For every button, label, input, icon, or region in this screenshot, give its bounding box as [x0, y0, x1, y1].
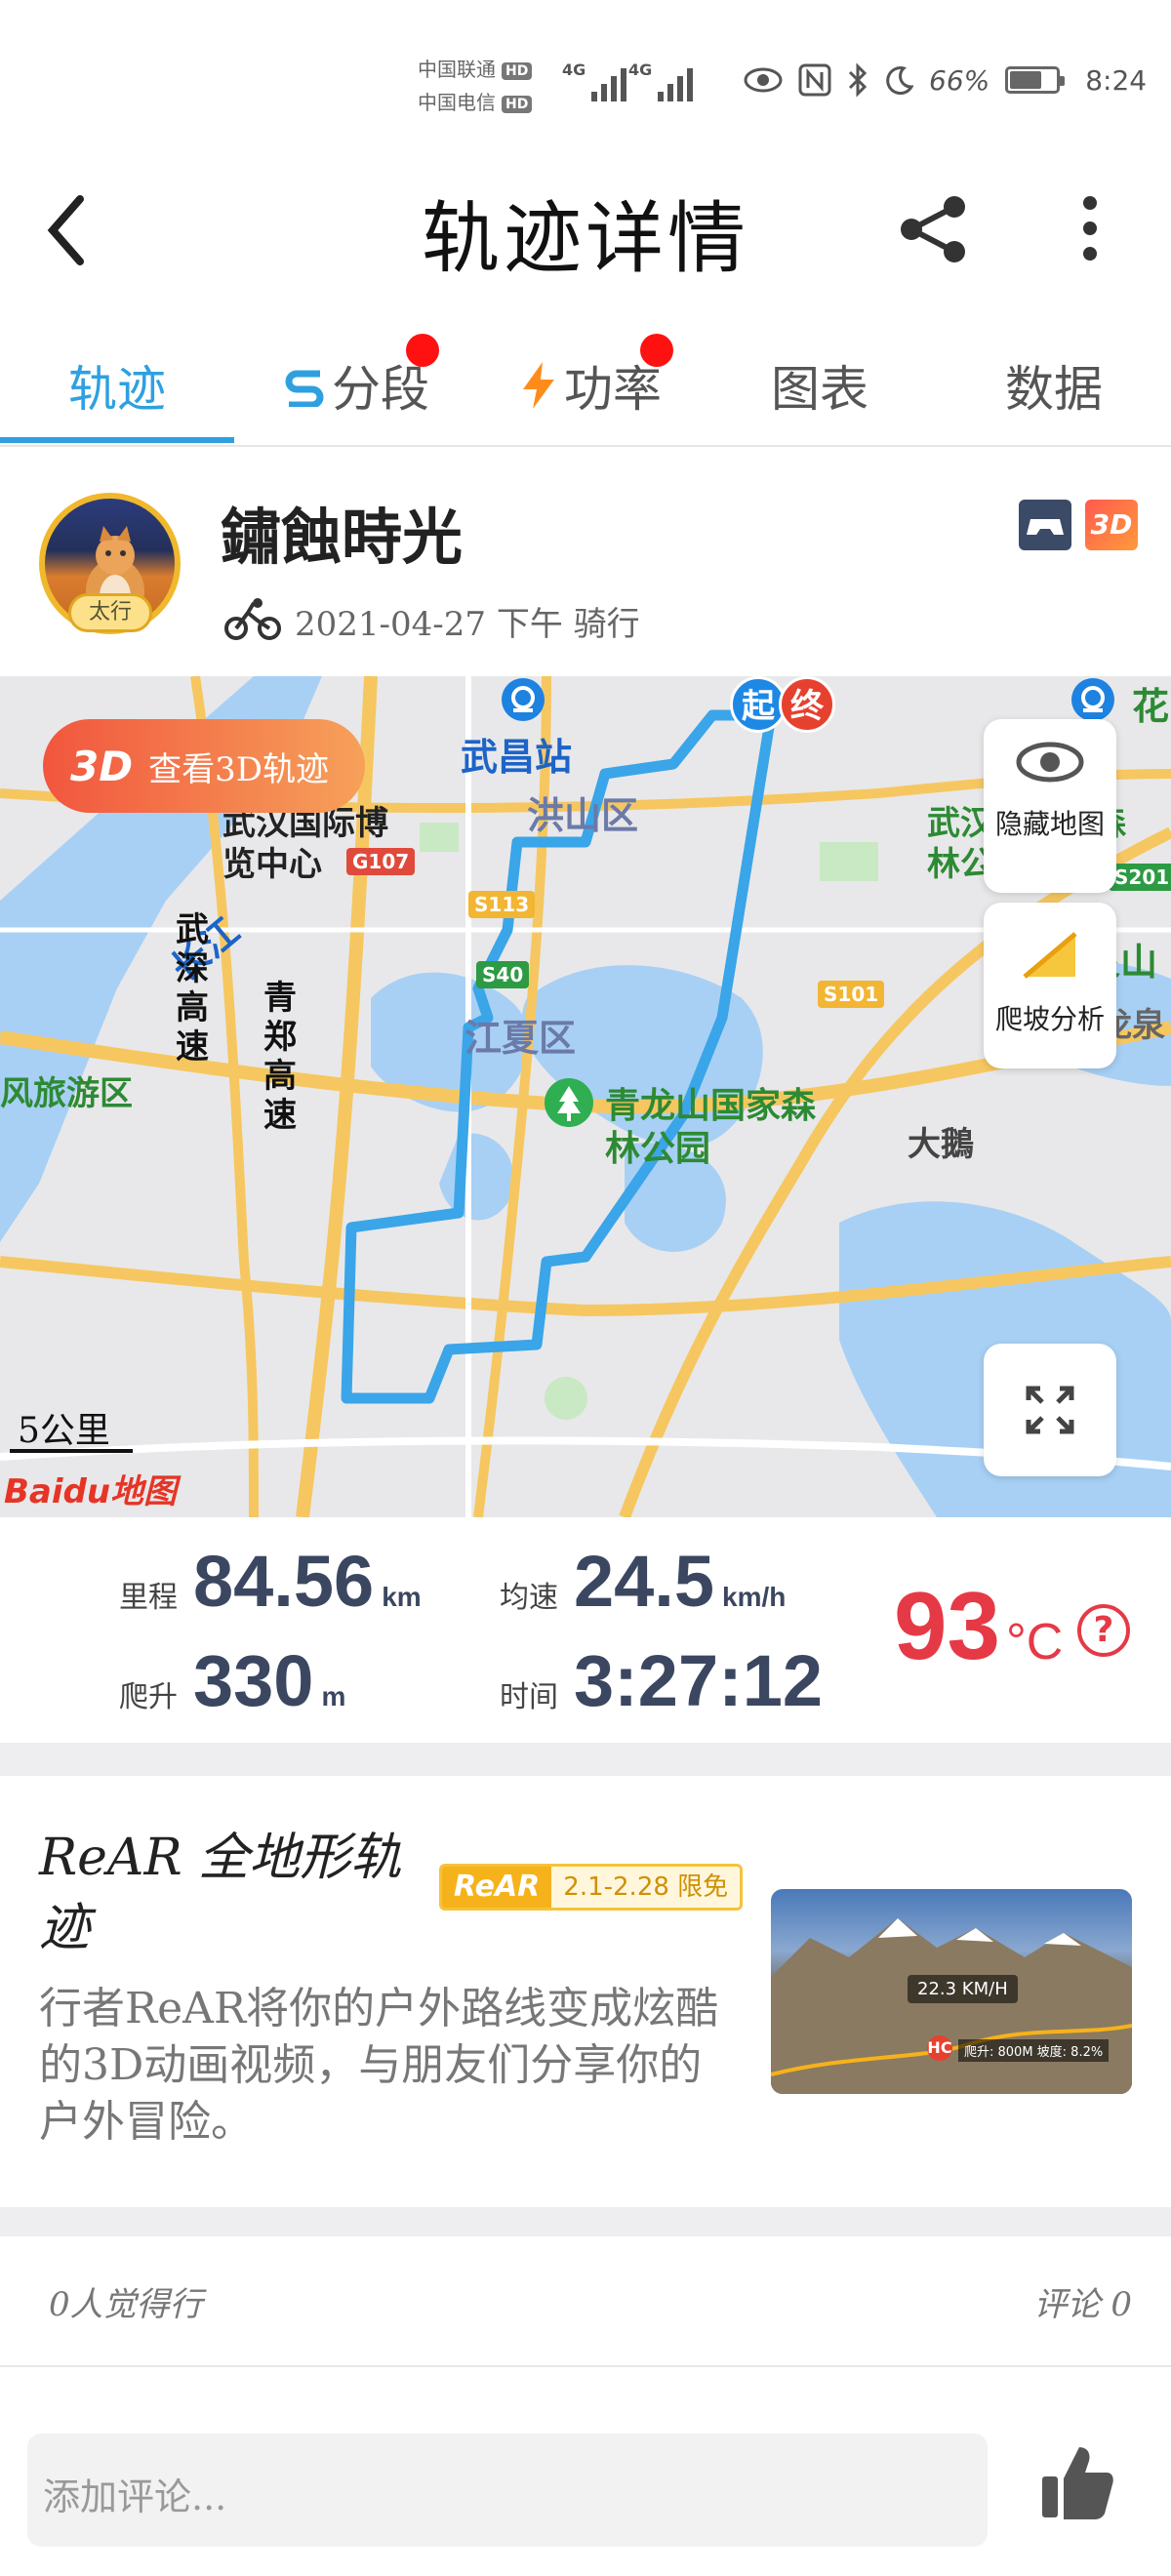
- tab-indicator: [0, 437, 234, 443]
- section-separator: [0, 2207, 1171, 2236]
- climb-value: 330 m: [193, 1640, 346, 1721]
- avatar-tag: 太行: [68, 593, 152, 632]
- avg-speed-value: 24.5 km/h: [574, 1541, 787, 1622]
- segment-icon: [285, 370, 324, 407]
- promo-title: ReAR 全地形轨迹: [39, 1829, 402, 1957]
- tab-charts[interactable]: 图表: [703, 351, 937, 420]
- lightning-icon: [523, 362, 554, 409]
- thumbs-up-icon[interactable]: [1040, 2443, 1114, 2521]
- divider: [0, 2365, 1171, 2367]
- map-scale-label: 5公里: [18, 1411, 110, 1451]
- activity-meta: 2021-04-27 下午 骑行: [295, 605, 640, 644]
- cycling-icon: [224, 598, 281, 640]
- battery-percent: 66%: [929, 63, 990, 97]
- tab-data[interactable]: 数据: [937, 351, 1171, 420]
- map-place-label: 大鵝: [908, 1125, 974, 1164]
- share-icon[interactable]: [898, 195, 972, 263]
- metro-pin-icon: [1071, 678, 1114, 721]
- map-brand-logo: Baidu地图: [4, 1472, 178, 1511]
- expand-icon: [1026, 1386, 1074, 1434]
- tab-badge: [640, 334, 673, 367]
- park-pin-icon: [545, 1078, 593, 1127]
- user-name[interactable]: 鏽蝕時光: [221, 488, 463, 576]
- clock: 8:24: [1085, 63, 1148, 97]
- status-bar: 中国联通 HD 中国电信 HD 4G 4G 66% 8:24: [0, 0, 1171, 156]
- eye-icon: [1016, 742, 1084, 783]
- carrier-1: 中国联通 HD: [418, 57, 533, 82]
- map-place-label: 江夏区: [464, 1016, 577, 1060]
- metro-pin-icon: [502, 678, 545, 721]
- time-value: 3:27:12: [574, 1640, 824, 1721]
- comment-input[interactable]: 添加评论...: [27, 2434, 988, 2547]
- map-road-label: 武深高速: [176, 910, 209, 1067]
- carrier-2: 中国电信 HD: [418, 90, 533, 115]
- thumb-stats: 爬升: 800M 坡度: 8.2%: [958, 2039, 1110, 2062]
- map-place-label: 风旅游区: [0, 1074, 133, 1113]
- time-label: 时间: [500, 1680, 558, 1714]
- moon-icon: [886, 66, 913, 95]
- section-separator: [0, 1743, 1171, 1776]
- thumb-hc: HC: [927, 2035, 952, 2061]
- climb-icon: [1023, 932, 1077, 979]
- route-map[interactable]: 武昌站 洪山区 武汉国际博览中心 长江 武汉动物园森林公园 龙泉山 龙泉 江夏区…: [0, 676, 1171, 1517]
- map-road-label: 青郑高速: [263, 979, 297, 1135]
- badge-3d[interactable]: 3D: [1085, 500, 1138, 550]
- more-icon[interactable]: [1075, 195, 1105, 263]
- distance-label: 里程: [119, 1581, 178, 1615]
- promo-thumbnail[interactable]: 22.3 KM/H HC 爬升: 800M 坡度: 8.2%: [771, 1889, 1132, 2094]
- promo-badge: ReAR 2.1-2.28 限免: [439, 1864, 744, 1911]
- road-shield: G107: [346, 848, 416, 875]
- road-shield: S101: [818, 981, 885, 1008]
- divider: [0, 445, 1171, 447]
- map-place-label: 武昌站: [461, 735, 573, 779]
- road-shield: S40: [476, 961, 530, 988]
- promo-description: 行者ReAR将你的户外路线变成炫酷的3D动画视频，与朋友们分享你的户外冒险。: [39, 1984, 719, 2147]
- climb-label: 爬升: [119, 1680, 178, 1714]
- road-shield: S201: [1109, 864, 1171, 891]
- gamepad-icon[interactable]: [1019, 500, 1071, 550]
- avg-speed-label: 均速: [500, 1581, 558, 1615]
- view-3d-label: 查看3D轨迹: [148, 749, 329, 789]
- thumb-speed: 22.3 KM/H: [908, 1975, 1018, 2003]
- comments-count[interactable]: 评论 0: [1034, 2277, 1132, 2325]
- view-3d-button[interactable]: 3D 查看3D轨迹: [43, 719, 365, 813]
- nfc-icon: [798, 63, 831, 97]
- map-scale-bar: [10, 1449, 133, 1453]
- distance-value: 84.56 km: [193, 1541, 422, 1622]
- page-title: 轨迹详情: [422, 193, 749, 284]
- hide-map-button[interactable]: 隐藏地图: [984, 719, 1116, 893]
- end-marker: 终: [779, 676, 835, 733]
- status-icons: 66% 8:24: [744, 62, 1147, 98]
- map-place-label: 青龙山国家森林公园: [605, 1085, 817, 1169]
- tab-badge: [406, 334, 439, 367]
- map-place-label: 花: [1132, 684, 1170, 728]
- likes-count[interactable]: 0人觉得行: [49, 2277, 203, 2325]
- climb-analysis-button[interactable]: 爬坡分析: [984, 903, 1116, 1068]
- fullscreen-button[interactable]: [984, 1344, 1116, 1476]
- signal-icon: 4G: [628, 60, 694, 101]
- view-3d-badge: 3D: [70, 742, 134, 790]
- tab-track[interactable]: 轨迹: [0, 351, 234, 420]
- road-shield: S113: [468, 891, 536, 918]
- signal-icon: 4G: [562, 60, 627, 101]
- map-place-label: 洪山区: [527, 793, 639, 837]
- battery-icon: [1005, 66, 1066, 94]
- bluetooth-icon: [848, 62, 868, 98]
- temperature-value: 93 °C: [894, 1572, 1064, 1679]
- help-button[interactable]: ?: [1077, 1604, 1130, 1657]
- eye-icon: [744, 67, 783, 93]
